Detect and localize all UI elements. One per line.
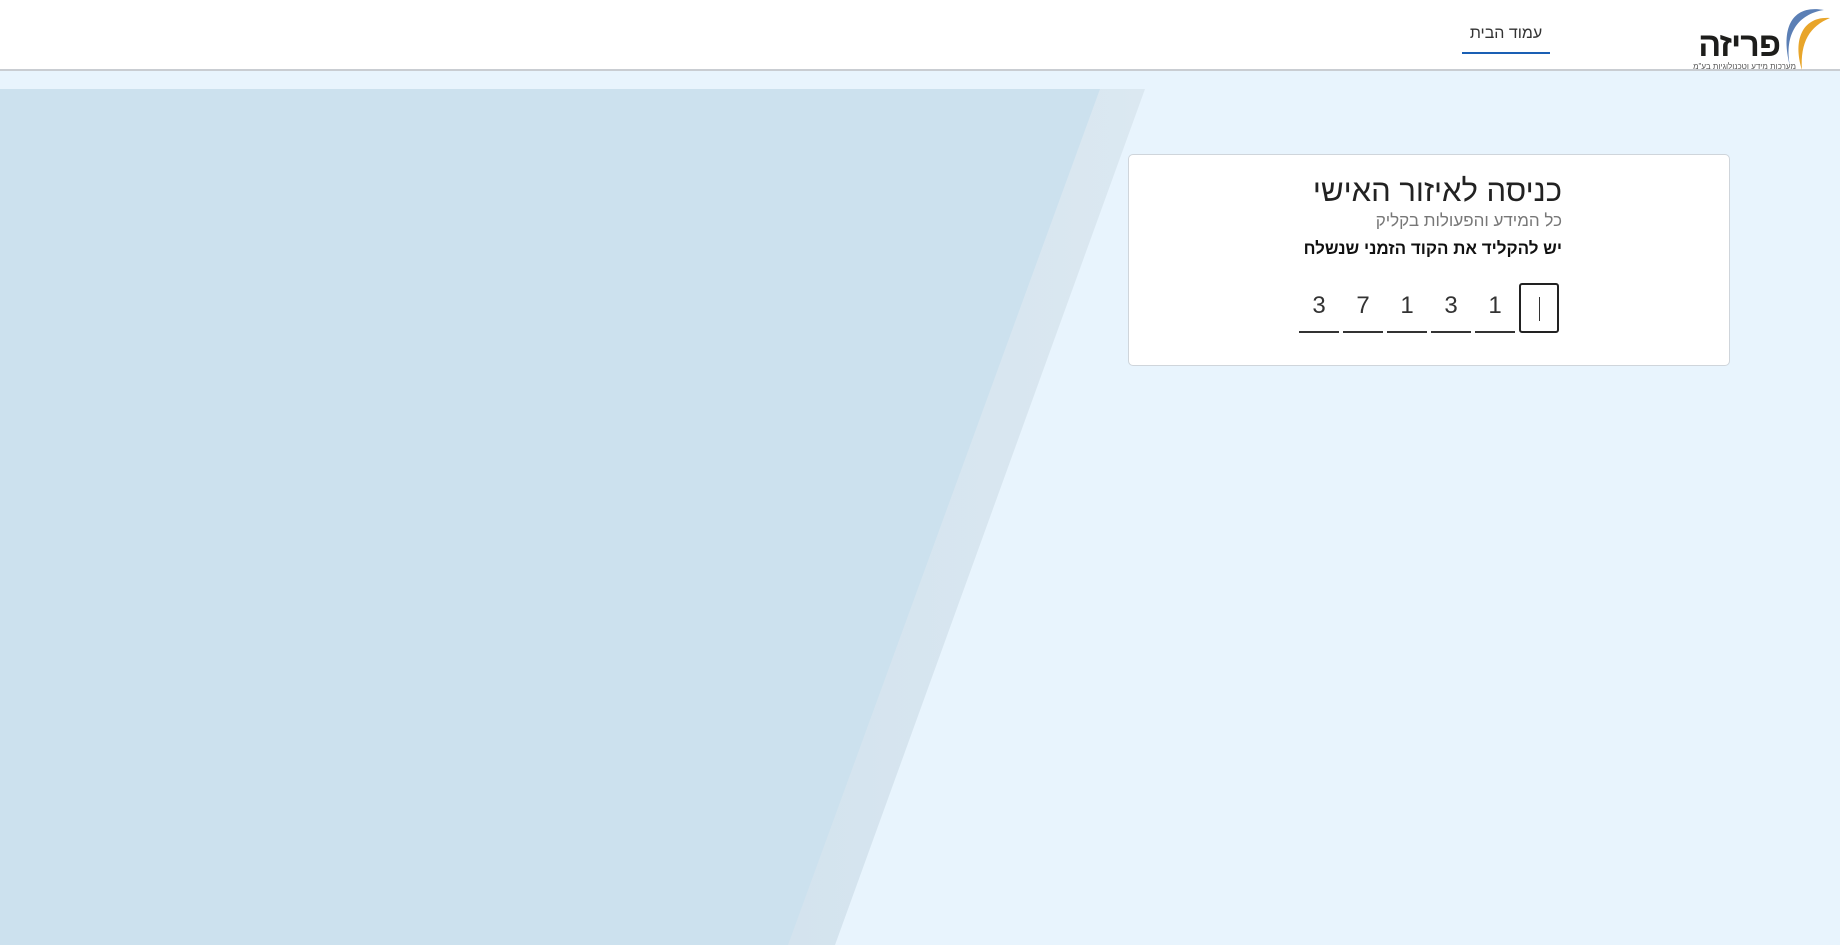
card-subtitle: כל המידע והפעולות בקליק bbox=[1375, 211, 1562, 230]
login-card: כניסה לאיזור האישי כל המידע והפעולות בקל… bbox=[1128, 154, 1730, 366]
text-caret bbox=[1539, 297, 1540, 321]
company-logo[interactable]: פריזה מערכות מידע וטכנולוגיות בע"מ bbox=[1682, 4, 1832, 74]
nav-home-link[interactable]: עמוד הבית bbox=[1462, 25, 1550, 54]
otp-digit-1[interactable] bbox=[1519, 283, 1559, 333]
otp-input-group: 3 7 1 3 1 bbox=[1299, 283, 1561, 333]
otp-digit-6[interactable]: 3 bbox=[1299, 283, 1339, 333]
otp-digit-5[interactable]: 7 bbox=[1343, 283, 1383, 333]
otp-digit-3[interactable]: 3 bbox=[1431, 283, 1471, 333]
otp-digit-2[interactable]: 1 bbox=[1475, 283, 1515, 333]
otp-instruction: יש להקליד את הקוד הזמני שנשלח bbox=[1303, 239, 1562, 258]
otp-digit-4[interactable]: 1 bbox=[1387, 283, 1427, 333]
logo-brand-name: פריזה bbox=[1698, 26, 1781, 64]
logo-tagline: מערכות מידע וטכנולוגיות בע"מ bbox=[1693, 62, 1796, 71]
page: פריזה מערכות מידע וטכנולוגיות בע"מ עמוד … bbox=[0, 0, 1840, 945]
top-header: פריזה מערכות מידע וטכנולוגיות בע"מ עמוד … bbox=[0, 0, 1840, 71]
page-title: כניסה לאיזור האישי bbox=[1312, 173, 1562, 208]
